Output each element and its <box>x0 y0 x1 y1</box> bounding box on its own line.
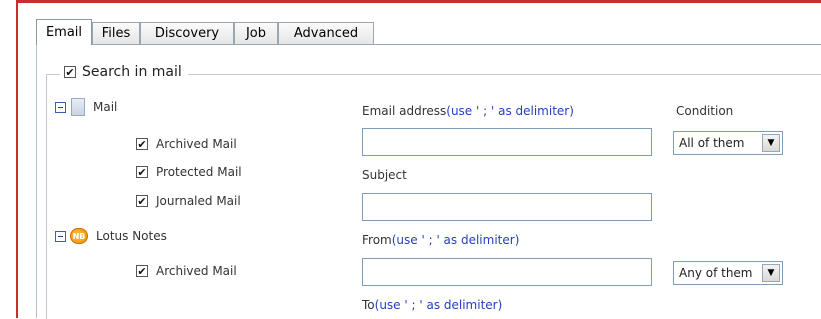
tab-files[interactable]: Files <box>92 22 140 44</box>
dropdown-arrow-icon[interactable]: ▼ <box>762 264 780 282</box>
email-delimiter-hint: (use ' ; ' as delimiter) <box>446 104 574 118</box>
archived-mail-checkbox[interactable]: ✔ <box>136 138 148 150</box>
search-in-mail-legend: ✔ Search in mail <box>60 64 188 80</box>
lotus-archived-mail-checkbox[interactable]: ✔ <box>136 265 148 277</box>
tree-node-mail: Mail <box>55 98 117 116</box>
window-border-top <box>16 0 821 3</box>
tree-node-label: Lotus Notes <box>96 229 167 243</box>
window-margin <box>0 0 16 318</box>
to-delimiter-hint: (use ' ; ' as delimiter) <box>374 298 503 312</box>
protected-mail-checkbox[interactable]: ✔ <box>136 166 148 178</box>
collapse-icon[interactable] <box>55 101 66 113</box>
tree-item-journaled-mail[interactable]: ✔ Journaled Mail <box>136 194 241 208</box>
email-condition-select[interactable]: All of them ▼ <box>673 131 783 155</box>
lotus-notes-icon: NB <box>70 228 88 244</box>
window-border-left <box>16 0 18 318</box>
tree-item-label: Journaled Mail <box>156 194 241 208</box>
tab-discovery[interactable]: Discovery <box>140 22 234 44</box>
tree-item-protected-mail[interactable]: ✔ Protected Mail <box>136 165 242 179</box>
condition-label: Condition <box>676 104 734 118</box>
mail-icon <box>71 98 85 116</box>
from-delimiter-hint: (use ' ; ' as delimiter) <box>391 233 520 247</box>
tree-item-label: Archived Mail <box>156 264 237 278</box>
tab-email[interactable]: Email <box>36 19 92 45</box>
search-in-mail-label: Search in mail <box>82 64 182 80</box>
panel-edge <box>36 44 37 318</box>
from-condition-select[interactable]: Any of them ▼ <box>673 261 783 285</box>
tree-node-label: Mail <box>93 100 118 114</box>
tab-baseline <box>36 44 821 45</box>
from-input[interactable] <box>362 258 652 286</box>
email-address-input[interactable] <box>362 128 652 156</box>
tree-item-label: Protected Mail <box>156 165 242 179</box>
tree-item-lotus-archived-mail[interactable]: ✔ Archived Mail <box>136 264 237 278</box>
to-label: To(use ' ; ' as delimiter) <box>362 298 503 312</box>
email-address-label: Email address(use ' ; ' as delimiter) <box>362 104 574 118</box>
tree-item-archived-mail[interactable]: ✔ Archived Mail <box>136 137 237 151</box>
tree-item-label: Archived Mail <box>156 137 237 151</box>
search-in-mail-checkbox[interactable]: ✔ <box>64 66 76 78</box>
tree-node-lotus-notes: NB Lotus Notes <box>55 228 167 244</box>
from-label: From(use ' ; ' as delimiter) <box>362 233 520 247</box>
tab-advanced[interactable]: Advanced <box>278 22 374 44</box>
tab-job[interactable]: Job <box>234 22 278 44</box>
journaled-mail-checkbox[interactable]: ✔ <box>136 195 148 207</box>
subject-input[interactable] <box>362 193 652 221</box>
subject-label: Subject <box>362 168 407 182</box>
dropdown-arrow-icon[interactable]: ▼ <box>762 134 780 152</box>
collapse-icon[interactable] <box>55 230 66 242</box>
